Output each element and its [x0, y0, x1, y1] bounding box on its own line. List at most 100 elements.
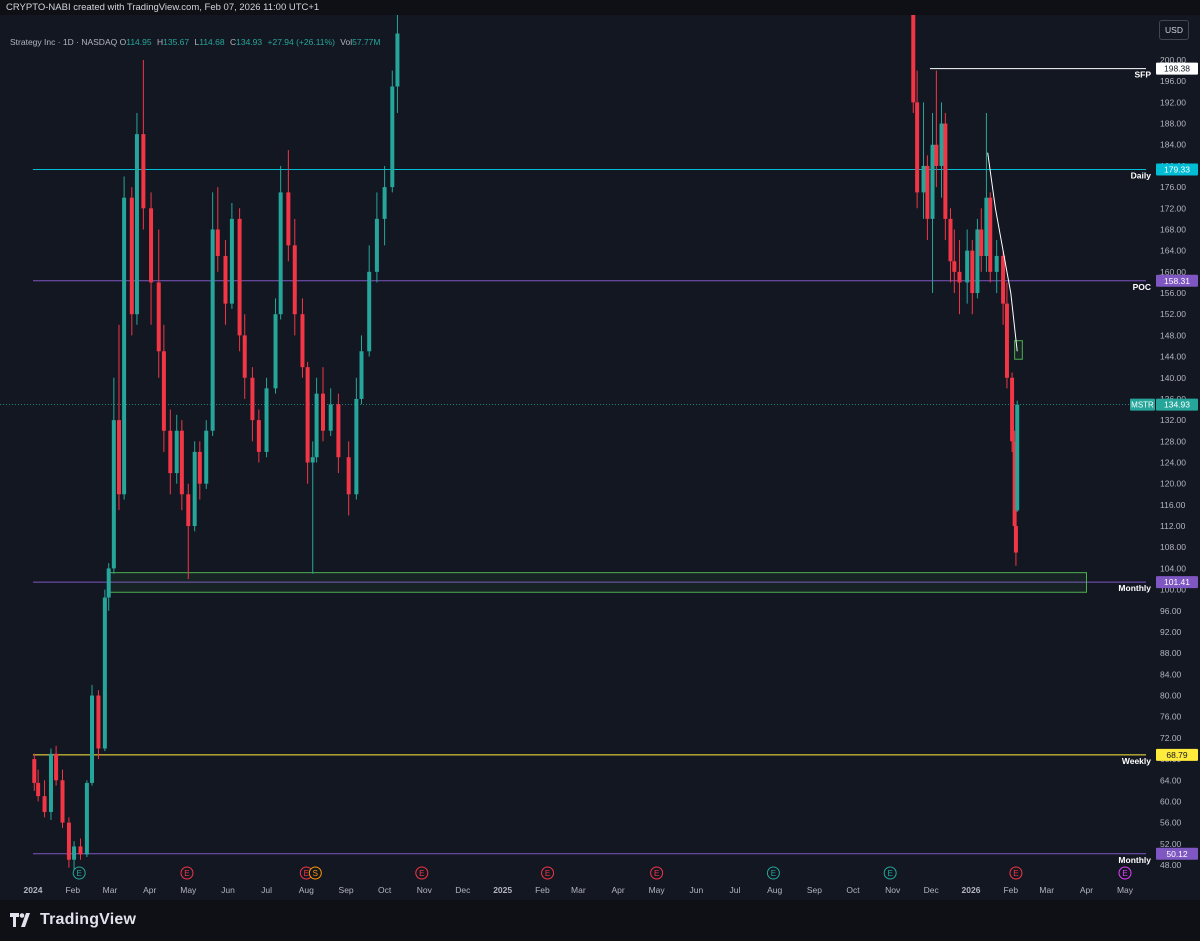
- y-tick-label: 96.00: [1160, 606, 1182, 616]
- event-marker: E: [72, 866, 86, 880]
- x-tick-label: Feb: [535, 885, 550, 895]
- support-zone: [109, 572, 1088, 593]
- candle-body: [382, 187, 387, 219]
- candle-body: [359, 351, 364, 399]
- candle-body: [314, 393, 319, 458]
- x-tick-label: Jun: [690, 885, 704, 895]
- candle-body: [979, 229, 984, 256]
- candle-body: [934, 144, 939, 166]
- event-marker-label: E: [771, 869, 776, 878]
- legend-open: 114.95: [126, 37, 152, 47]
- chart-area[interactable]: 48.0052.0056.0060.0064.0068.0072.0076.00…: [0, 15, 1200, 900]
- candle-body: [96, 695, 101, 749]
- candle-body: [374, 218, 379, 272]
- y-tick-label: 108.00: [1160, 542, 1186, 552]
- y-tick-label: 172.00: [1160, 203, 1186, 213]
- support-zone: [1014, 340, 1023, 360]
- candle-body: [36, 782, 41, 797]
- candle-body: [930, 144, 935, 219]
- event-marker-label: E: [1013, 869, 1018, 878]
- candle-body: [90, 695, 95, 783]
- candle-body: [278, 192, 283, 315]
- x-tick-label: Jun: [221, 885, 235, 895]
- legend-low: 114.68: [199, 37, 225, 47]
- candle-body: [210, 229, 215, 431]
- x-tick-label: Nov: [417, 885, 433, 895]
- candle-body: [988, 197, 993, 272]
- candle-body: [134, 134, 139, 315]
- x-tick-label: May: [1117, 885, 1134, 895]
- candle-body: [273, 314, 278, 389]
- candle-body: [328, 404, 333, 431]
- y-tick-label: 48.00: [1160, 860, 1182, 870]
- x-tick-label: Aug: [767, 885, 782, 895]
- currency-button[interactable]: USD: [1159, 20, 1189, 40]
- event-marker-label: E: [654, 869, 659, 878]
- event-marker-label: E: [1122, 869, 1127, 878]
- candle-body: [111, 420, 116, 569]
- y-tick-label: 88.00: [1160, 648, 1182, 658]
- candle-body: [305, 367, 310, 463]
- event-marker: E: [180, 866, 194, 880]
- candle-body: [948, 218, 953, 262]
- candle-body: [256, 420, 261, 452]
- candle-body: [1013, 526, 1018, 553]
- event-marker: E: [415, 866, 429, 880]
- x-tick-label: Dec: [924, 885, 940, 895]
- event-marker: E: [1009, 866, 1023, 880]
- plot-layer: [0, 15, 1146, 871]
- candle-body: [957, 271, 962, 283]
- y-tick-label: 52.00: [1160, 839, 1182, 849]
- candle-body: [1001, 255, 1006, 304]
- candle-body: [1004, 303, 1009, 378]
- candle-body: [237, 218, 242, 336]
- y-tick-label: 184.00: [1160, 140, 1186, 150]
- x-axis: 2024 Feb Mar Apr May Jun Jul Aug Sep Oct Nov Dec 202…: [24, 885, 1134, 895]
- x-tick-label: 2026: [962, 885, 981, 895]
- level-label: Monthly: [1118, 583, 1151, 593]
- event-marker-label: S: [313, 869, 318, 878]
- event-marker: E: [541, 866, 555, 880]
- legend-high: 135.67: [163, 37, 190, 47]
- y-tick-label: 144.00: [1160, 352, 1186, 362]
- candle-body: [1015, 404, 1020, 511]
- candle-body: [116, 420, 121, 495]
- x-tick-label: May: [649, 885, 666, 895]
- y-tick-label: 156.00: [1160, 288, 1186, 298]
- event-marker: E: [1118, 866, 1132, 880]
- level-label: Daily: [1131, 170, 1152, 180]
- y-tick-label: 80.00: [1160, 691, 1182, 701]
- ohlc-legend: Strategy Inc · 1D · NASDAQ O114.95 H135.…: [10, 37, 383, 47]
- event-marker-label: E: [77, 869, 82, 878]
- x-tick-label: Aug: [299, 885, 314, 895]
- level-price-text: 68.79: [1166, 750, 1188, 760]
- candle-body: [264, 388, 269, 452]
- price-chart[interactable]: 48.0052.0056.0060.0064.0068.0072.0076.00…: [0, 15, 1200, 900]
- candle-body: [354, 398, 359, 495]
- x-tick-label: Jul: [261, 885, 272, 895]
- y-tick-label: 104.00: [1160, 563, 1186, 573]
- y-tick-label: 196.00: [1160, 76, 1186, 86]
- event-marker-label: E: [888, 869, 893, 878]
- x-tick-label: 2025: [493, 885, 512, 895]
- event-marker: S: [308, 866, 322, 880]
- candle-body: [300, 314, 305, 368]
- y-tick-label: 176.00: [1160, 182, 1186, 192]
- tradingview-logo[interactable]: TradingView: [10, 911, 136, 929]
- candle-body: [149, 208, 154, 283]
- x-tick-label: Feb: [1003, 885, 1018, 895]
- event-marker: E: [883, 866, 897, 880]
- candle-body: [939, 123, 944, 166]
- candle-body: [310, 457, 315, 463]
- current-price-text: 134.93: [1164, 400, 1190, 410]
- event-marker-label: E: [545, 869, 550, 878]
- x-tick-label: Oct: [378, 885, 392, 895]
- candle-body: [952, 261, 957, 272]
- candle-body: [367, 271, 372, 352]
- candle-body: [925, 165, 930, 219]
- x-tick-label: Apr: [612, 885, 625, 895]
- candle-body: [994, 255, 999, 272]
- candle-body: [141, 134, 146, 209]
- x-tick-label: May: [180, 885, 197, 895]
- candle-body: [84, 782, 89, 855]
